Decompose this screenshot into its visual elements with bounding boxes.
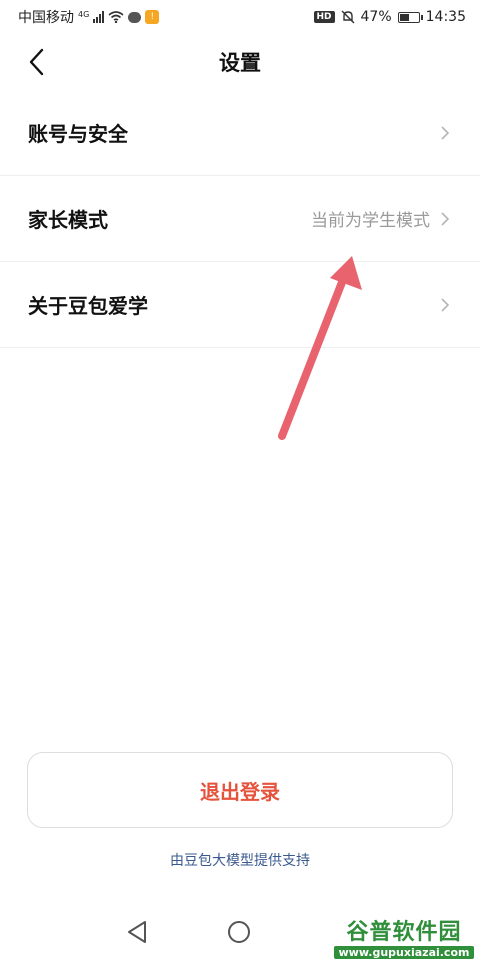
battery-percent: 47% [360,9,392,25]
settings-item-label: 关于豆包爱学 [28,294,148,318]
watermark-name: 谷普软件园 [346,920,462,945]
chevron-right-icon [438,296,452,314]
mute-bell-icon [341,10,355,24]
settings-item-account-security[interactable]: 账号与安全 [0,90,480,176]
logout-button[interactable]: 退出登录 [27,752,453,828]
battery-icon [397,11,423,23]
watermark-url: www.gupuxiazai.com [334,946,474,959]
settings-item-parent-mode[interactable]: 家长模式 当前为学生模式 [0,176,480,262]
back-button[interactable] [18,44,54,80]
carrier-name: 中国移动 [18,10,74,26]
parent-mode-status: 当前为学生模式 [311,211,430,231]
settings-item-label: 家长模式 [28,208,108,232]
annotation-arrow-icon [278,256,362,440]
message-icon [128,11,142,23]
battery-fill [399,13,410,21]
app-notification-icon: ! [145,10,160,24]
settings-item-label: 账号与安全 [28,122,128,146]
powered-by-link[interactable]: 由豆包大模型提供支持 [0,850,480,870]
status-left: 中国移动 4G ! [18,7,160,27]
hd-icon: HD [313,11,335,23]
status-bar: 中国移动 4G ! HD 47% 14:35 [0,0,480,34]
header: 设置 [0,34,480,90]
signal-icon [93,11,105,23]
chevron-left-icon [29,48,44,76]
chevron-right-icon [438,210,452,228]
clock: 14:35 [425,9,466,25]
wifi-icon [108,11,124,23]
settings-list: 账号与安全 家长模式 当前为学生模式 关于豆包爱学 [0,90,480,348]
system-nav-bar: 谷普软件园 www.gupuxiazai.com [0,904,480,960]
nav-back-icon[interactable] [126,920,148,944]
watermark-logo: 谷普软件园 www.gupuxiazai.com [334,914,474,959]
status-right: HD 47% 14:35 [313,9,466,25]
page-title: 设置 [219,51,261,75]
chevron-right-icon [438,124,452,142]
network-type: 4G [78,9,90,19]
logout-label: 退出登录 [200,779,280,804]
settings-item-about[interactable]: 关于豆包爱学 [0,262,480,348]
nav-home-icon[interactable] [228,921,250,943]
